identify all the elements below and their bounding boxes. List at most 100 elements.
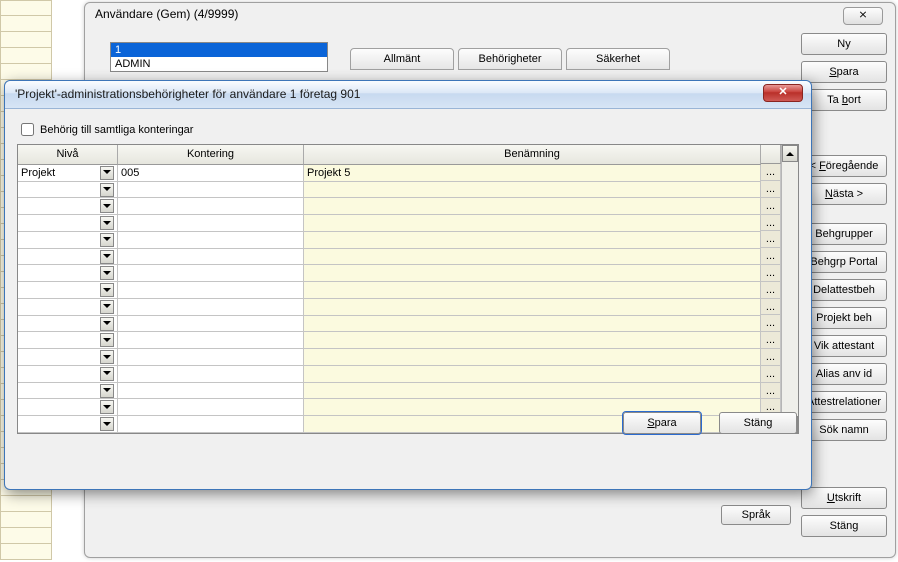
vik-attestant-button[interactable]: Vik attestant bbox=[801, 335, 887, 357]
niva-cell[interactable] bbox=[18, 232, 118, 249]
niva-cell[interactable] bbox=[18, 399, 118, 416]
niva-cell[interactable] bbox=[18, 215, 118, 232]
chevron-down-icon[interactable] bbox=[100, 367, 114, 381]
ta-bort-button[interactable]: Ta bort bbox=[801, 89, 887, 111]
kontering-cell[interactable] bbox=[118, 366, 304, 383]
user-list-row[interactable]: ADMIN bbox=[111, 57, 327, 71]
benamning-cell bbox=[304, 299, 761, 316]
kontering-cell[interactable] bbox=[118, 265, 304, 282]
kontering-cell[interactable] bbox=[118, 215, 304, 232]
chevron-down-icon[interactable] bbox=[100, 350, 114, 364]
kontering-cell[interactable] bbox=[118, 282, 304, 299]
niva-cell[interactable] bbox=[18, 299, 118, 316]
chevron-down-icon[interactable] bbox=[100, 333, 114, 347]
dialog-titlebar[interactable]: 'Projekt'-administrationsbehörigheter fö… bbox=[5, 81, 811, 109]
chevron-down-icon[interactable] bbox=[100, 166, 114, 180]
chevron-down-icon[interactable] bbox=[100, 233, 114, 247]
kontering-cell[interactable] bbox=[118, 198, 304, 215]
kontering-cell[interactable] bbox=[118, 383, 304, 400]
lookup-button[interactable]: ... bbox=[761, 181, 781, 198]
chevron-down-icon[interactable] bbox=[100, 317, 114, 331]
user-list-selected[interactable]: 1 bbox=[111, 43, 327, 57]
behorig-checkbox-row[interactable]: Behörig till samtliga konteringar bbox=[21, 123, 799, 136]
chevron-down-icon[interactable] bbox=[100, 283, 114, 297]
projekt-admin-dialog: 'Projekt'-administrationsbehörigheter fö… bbox=[4, 80, 812, 490]
delattestbeh-button[interactable]: Delattestbeh bbox=[801, 279, 887, 301]
dialog-close-button[interactable]: ✕ bbox=[763, 84, 803, 102]
behorig-checkbox[interactable] bbox=[21, 123, 34, 136]
chevron-down-icon[interactable] bbox=[100, 417, 114, 431]
utskrift-button[interactable]: Utskrift bbox=[801, 487, 887, 509]
lookup-button[interactable]: ... bbox=[761, 248, 781, 265]
niva-cell[interactable] bbox=[18, 265, 118, 282]
niva-cell[interactable] bbox=[18, 249, 118, 266]
niva-cell[interactable] bbox=[18, 316, 118, 333]
chevron-down-icon[interactable] bbox=[100, 266, 114, 280]
lookup-button[interactable]: ... bbox=[761, 315, 781, 332]
benamning-cell bbox=[304, 232, 761, 249]
nasta-button[interactable]: Nästa > bbox=[801, 183, 887, 205]
chevron-down-icon[interactable] bbox=[100, 199, 114, 213]
kontering-cell[interactable]: 005 bbox=[118, 165, 304, 182]
kontering-cell[interactable] bbox=[118, 249, 304, 266]
tab-behorigheter[interactable]: Behörigheter bbox=[458, 48, 562, 70]
tab-allmant[interactable]: Allmänt bbox=[350, 48, 454, 70]
lookup-button[interactable]: ... bbox=[761, 299, 781, 316]
niva-cell[interactable] bbox=[18, 349, 118, 366]
tab-sakerhet[interactable]: Säkerhet bbox=[566, 48, 670, 70]
lookup-button[interactable]: ... bbox=[761, 164, 781, 181]
behgrupper-button[interactable]: Behgrupper bbox=[801, 223, 887, 245]
chevron-down-icon[interactable] bbox=[100, 216, 114, 230]
kontering-cell[interactable] bbox=[118, 349, 304, 366]
foregaende-button[interactable]: < Föregående bbox=[801, 155, 887, 177]
chevron-down-icon[interactable] bbox=[100, 400, 114, 414]
stang-button[interactable]: Stäng bbox=[801, 515, 887, 537]
dialog-title: 'Projekt'-administrationsbehörigheter fö… bbox=[15, 87, 360, 101]
chevron-down-icon[interactable] bbox=[100, 300, 114, 314]
scroll-up-icon[interactable] bbox=[782, 145, 798, 162]
lookup-button[interactable]: ... bbox=[761, 366, 781, 383]
lookup-button[interactable]: ... bbox=[761, 231, 781, 248]
kontering-cell[interactable] bbox=[118, 416, 304, 433]
kontering-cell[interactable] bbox=[118, 182, 304, 199]
lookup-button[interactable]: ... bbox=[761, 215, 781, 232]
niva-cell[interactable] bbox=[18, 383, 118, 400]
projekt-beh-button[interactable]: Projekt beh bbox=[801, 307, 887, 329]
lookup-button[interactable]: ... bbox=[761, 349, 781, 366]
chevron-down-icon[interactable] bbox=[100, 384, 114, 398]
sok-namn-button[interactable]: Sök namn bbox=[801, 419, 887, 441]
spara-button[interactable]: Spara bbox=[801, 61, 887, 83]
niva-cell[interactable] bbox=[18, 282, 118, 299]
niva-cell[interactable] bbox=[18, 366, 118, 383]
niva-cell[interactable] bbox=[18, 332, 118, 349]
kontering-cell[interactable] bbox=[118, 332, 304, 349]
behgrp-portal-button[interactable]: Behgrp Portal bbox=[801, 251, 887, 273]
alias-anv-id-button[interactable]: Alias anv id bbox=[801, 363, 887, 385]
lookup-button[interactable]: ... bbox=[761, 282, 781, 299]
kontering-cell[interactable] bbox=[118, 399, 304, 416]
niva-cell[interactable] bbox=[18, 198, 118, 215]
dialog-spara-button[interactable]: Spara bbox=[623, 412, 701, 434]
lookup-button[interactable]: ... bbox=[761, 332, 781, 349]
niva-cell[interactable]: Projekt bbox=[18, 165, 118, 182]
grid-scrollbar[interactable] bbox=[781, 145, 798, 433]
sprak-button[interactable]: Språk bbox=[721, 505, 791, 525]
ny-button[interactable]: Ny bbox=[801, 33, 887, 55]
window-close-button[interactable]: ⨯ bbox=[843, 7, 883, 25]
kontering-cell[interactable] bbox=[118, 316, 304, 333]
lookup-button[interactable]: ... bbox=[761, 383, 781, 400]
right-button-column-2: < Föregående Nästa > Behgrupper Behgrp P… bbox=[801, 155, 887, 441]
user-listbox[interactable]: 1 ADMIN bbox=[110, 42, 328, 72]
dialog-button-row: Spara Stäng bbox=[623, 412, 797, 434]
niva-cell[interactable] bbox=[18, 182, 118, 199]
lookup-button[interactable]: ... bbox=[761, 265, 781, 282]
attestrelationer-button[interactable]: Attestrelationer bbox=[801, 391, 887, 413]
kontering-cell[interactable] bbox=[118, 299, 304, 316]
chevron-down-icon[interactable] bbox=[100, 183, 114, 197]
chevron-down-icon[interactable] bbox=[100, 250, 114, 264]
benamning-cell bbox=[304, 366, 761, 383]
lookup-button[interactable]: ... bbox=[761, 198, 781, 215]
niva-cell[interactable] bbox=[18, 416, 118, 433]
kontering-cell[interactable] bbox=[118, 232, 304, 249]
dialog-stang-button[interactable]: Stäng bbox=[719, 412, 797, 434]
